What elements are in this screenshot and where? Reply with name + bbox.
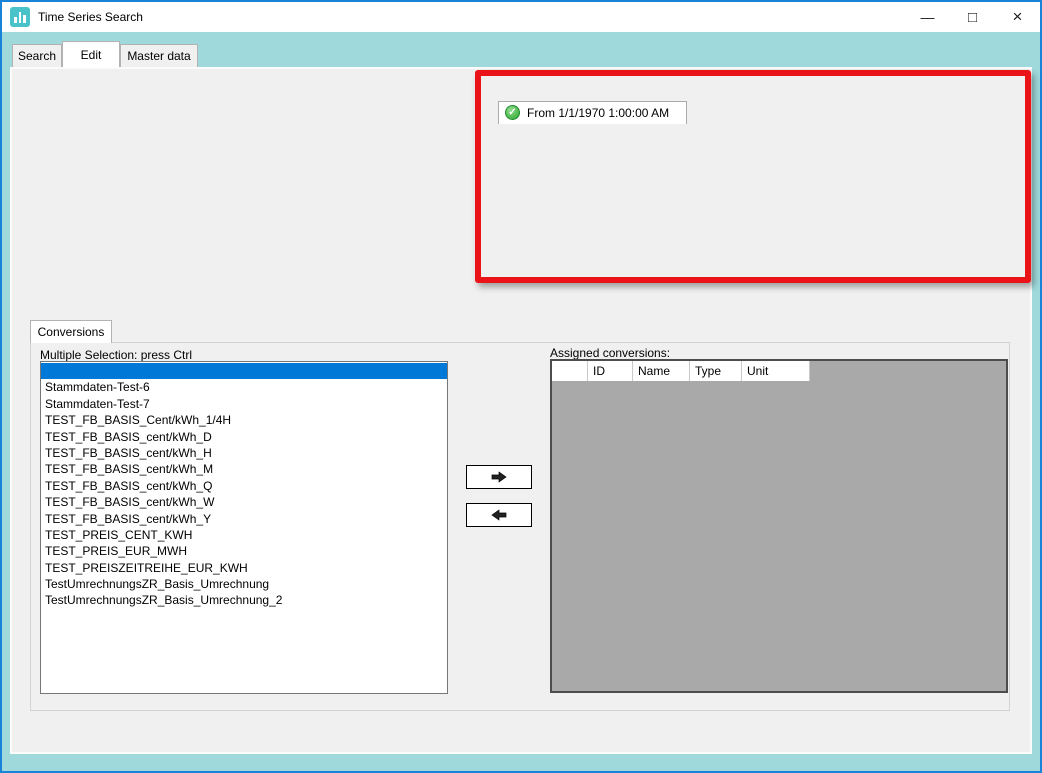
tab-search[interactable]: Search <box>12 44 62 67</box>
list-item[interactable]: TEST_PREIS_EUR_MWH <box>41 543 447 559</box>
list-item[interactable]: TEST_FB_BASIS_cent/kWh_H <box>41 445 447 461</box>
list-item[interactable]: TestUmrechnungsZR_Basis_Umrechnung_2 <box>41 592 447 608</box>
list-item[interactable]: Stammdaten-Test-7 <box>41 396 447 412</box>
list-item[interactable]: Stammdaten-Test-6 <box>41 379 447 395</box>
column-header[interactable]: ID <box>588 361 633 381</box>
list-item[interactable]: TEST_FB_BASIS_Cent/kWh_1/4H <box>41 412 447 428</box>
tab-master-data-label: Master data <box>127 49 190 63</box>
list-item[interactable]: TEST_PREIS_CENT_KWH <box>41 527 447 543</box>
minimize-icon: — <box>921 9 935 25</box>
column-header[interactable] <box>552 361 588 381</box>
window-title: Time Series Search <box>38 2 143 32</box>
maximize-button[interactable]: □ <box>950 2 995 32</box>
list-item[interactable]: TEST_FB_BASIS_cent/kWh_D <box>41 429 447 445</box>
tab-edit[interactable]: Edit <box>62 41 120 67</box>
assigned-table-header: IDNameTypeUnit <box>552 361 1006 381</box>
list-item[interactable] <box>41 363 447 379</box>
multi-select-hint: Multiple Selection: press Ctrl <box>40 348 192 362</box>
close-icon: × <box>1013 7 1023 27</box>
arrow-right-icon <box>491 471 507 483</box>
title-bar: Time Series Search — □ × <box>2 2 1040 32</box>
tab-conversions[interactable]: Conversions <box>30 320 112 343</box>
tab-conversions-label: Conversions <box>38 325 105 339</box>
assigned-conversions-grid[interactable]: IDNameTypeUnit <box>550 359 1008 693</box>
list-item[interactable]: TEST_PREISZEITREIHE_EUR_KWH <box>41 560 447 576</box>
assigned-conversions-label: Assigned conversions: <box>550 346 670 360</box>
close-button[interactable]: × <box>995 2 1040 32</box>
conversions-listbox[interactable]: Stammdaten-Test-6Stammdaten-Test-7TEST_F… <box>40 361 448 694</box>
assign-right-button[interactable] <box>466 465 532 489</box>
list-item[interactable]: TEST_FB_BASIS_cent/kWh_Q <box>41 478 447 494</box>
maximize-icon: □ <box>968 9 977 26</box>
list-item[interactable]: TEST_FB_BASIS_cent/kWh_Y <box>41 511 447 527</box>
column-header[interactable]: Unit <box>742 361 810 381</box>
column-header[interactable]: Name <box>633 361 690 381</box>
check-glyph: ✓ <box>508 107 516 118</box>
date-tab-label: From 1/1/1970 1:00:00 AM <box>527 106 669 120</box>
tab-edit-label: Edit <box>81 48 102 62</box>
arrow-left-icon <box>491 509 507 521</box>
column-header[interactable]: Type <box>690 361 742 381</box>
window-body: Time Series Search — □ × Search Edit Mas… <box>2 2 1040 771</box>
tab-search-label: Search <box>18 49 56 63</box>
formula-date-tab[interactable]: ✓ From 1/1/1970 1:00:00 AM <box>498 101 687 124</box>
app-logo-icon <box>10 7 30 27</box>
tab-master-data[interactable]: Master data <box>120 44 198 67</box>
date-tab-check-icon: ✓ <box>505 105 520 120</box>
app-window: Time Series Search — □ × Search Edit Mas… <box>0 0 1042 773</box>
minimize-button[interactable]: — <box>905 2 950 32</box>
unassign-left-button[interactable] <box>466 503 532 527</box>
list-item[interactable]: TEST_FB_BASIS_cent/kWh_M <box>41 461 447 477</box>
list-item[interactable]: TEST_FB_BASIS_cent/kWh_W <box>41 494 447 510</box>
list-item[interactable]: TestUmrechnungsZR_Basis_Umrechnung <box>41 576 447 592</box>
